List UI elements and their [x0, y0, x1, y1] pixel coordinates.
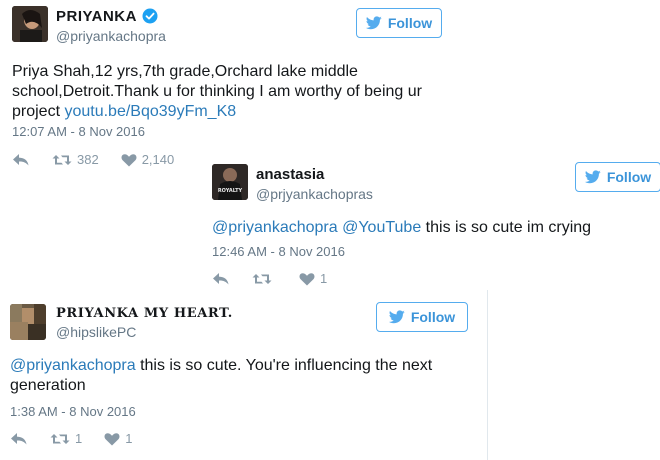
verified-badge-icon — [142, 8, 158, 28]
reply-icon — [13, 153, 29, 165]
tweet-actions: 1 1 — [10, 431, 154, 446]
timestamp[interactable]: 12:46 AM - 8 Nov 2016 — [212, 244, 345, 259]
twitter-bird-icon — [365, 16, 382, 30]
tweet-text: @priyankachopra @YouTube this is so cute… — [212, 218, 652, 238]
mention-link[interactable]: @priyankachopra — [212, 219, 338, 236]
retweet-icon — [52, 154, 72, 165]
user-handle[interactable]: @prjyankachopras — [256, 186, 373, 202]
reply-button[interactable] — [12, 153, 30, 167]
avatar[interactable] — [10, 304, 46, 340]
like-button[interactable]: 1 — [104, 431, 132, 446]
like-count: 1 — [125, 431, 133, 446]
user-handle[interactable]: @priyankachopra — [56, 28, 166, 44]
like-button[interactable]: 2,140 — [121, 152, 175, 167]
heart-icon — [104, 432, 120, 445]
avatar-shirt-text: ROYALTY — [218, 188, 243, 194]
timestamp[interactable]: 12:07 AM - 8 Nov 2016 — [12, 124, 145, 139]
follow-button[interactable]: Follow — [376, 302, 468, 332]
avatar[interactable]: ROYALTY — [212, 164, 248, 200]
tweet-link[interactable]: youtu.be/Bqo39yFm_K8 — [64, 103, 236, 120]
tweet-text-line: school,Detroit.Thank u for thinking I am… — [12, 83, 422, 100]
heart-icon — [299, 272, 315, 285]
follow-button[interactable]: Follow — [575, 162, 660, 192]
twitter-bird-icon — [584, 170, 601, 184]
reply-icon — [11, 432, 27, 444]
tweet-text-line: @priyankachopra this is so cute. You're … — [10, 356, 460, 376]
tweet-text-fragment: this is so cute im crying — [421, 219, 592, 236]
tweet-card: ROYALTY anastasia @prjyankachopras Follo… — [204, 150, 660, 290]
retweet-count: 1 — [75, 431, 83, 446]
display-name[interactable]: PRIYANKA MY HEART. — [56, 306, 233, 321]
avatar[interactable] — [12, 6, 48, 42]
like-button[interactable]: 1 — [299, 271, 327, 286]
mention-link[interactable]: @priyankachopra — [10, 357, 136, 374]
avatar-photo-icon — [10, 304, 46, 340]
heart-icon — [121, 153, 137, 166]
display-name[interactable]: anastasia — [256, 166, 324, 183]
reply-button[interactable] — [10, 432, 28, 446]
timestamp[interactable]: 1:38 AM - 8 Nov 2016 — [10, 404, 136, 419]
retweet-icon — [50, 433, 70, 444]
display-name[interactable]: PRIYANKA — [56, 8, 158, 28]
tweet-actions: 1 — [212, 271, 349, 286]
mention-link[interactable]: @YouTube — [342, 219, 421, 236]
avatar-photo-icon — [12, 6, 48, 42]
tweet-text-line: project youtu.be/Bqo39yFm_K8 — [12, 102, 432, 122]
retweet-icon — [252, 273, 272, 284]
tweet-actions: 382 2,140 — [12, 152, 196, 167]
like-count: 2,140 — [141, 152, 175, 167]
user-handle[interactable]: @hipslikePC — [56, 324, 136, 340]
follow-label: Follow — [410, 309, 456, 325]
follow-label: Follow — [387, 15, 433, 31]
tweet-text-line: Priya Shah,12 yrs,7th grade,Orchard lake… — [12, 63, 358, 80]
reply-button[interactable] — [212, 272, 230, 286]
tweet-card: PRIYANKA MY HEART. @hipslikePC Follow @p… — [0, 290, 488, 460]
follow-button[interactable]: Follow — [356, 8, 442, 38]
like-count: 1 — [320, 271, 328, 286]
tweet-text-fragment: project — [12, 103, 65, 120]
tweet-text-fragment: this is so cute. You're influencing the … — [135, 357, 433, 374]
reply-icon — [213, 272, 229, 284]
twitter-bird-icon — [388, 310, 405, 324]
avatar-photo-icon: ROYALTY — [212, 164, 248, 200]
tweet-text: @priyankachopra this is so cute. You're … — [10, 356, 460, 396]
retweet-count: 382 — [77, 152, 99, 167]
retweet-button[interactable] — [252, 272, 277, 286]
tweet-text-line: generation — [10, 377, 86, 394]
follow-label: Follow — [606, 169, 652, 185]
tweet-text: Priya Shah,12 yrs,7th grade,Orchard lake… — [12, 62, 432, 122]
retweet-button[interactable]: 382 — [52, 152, 99, 167]
retweet-button[interactable]: 1 — [50, 431, 82, 446]
